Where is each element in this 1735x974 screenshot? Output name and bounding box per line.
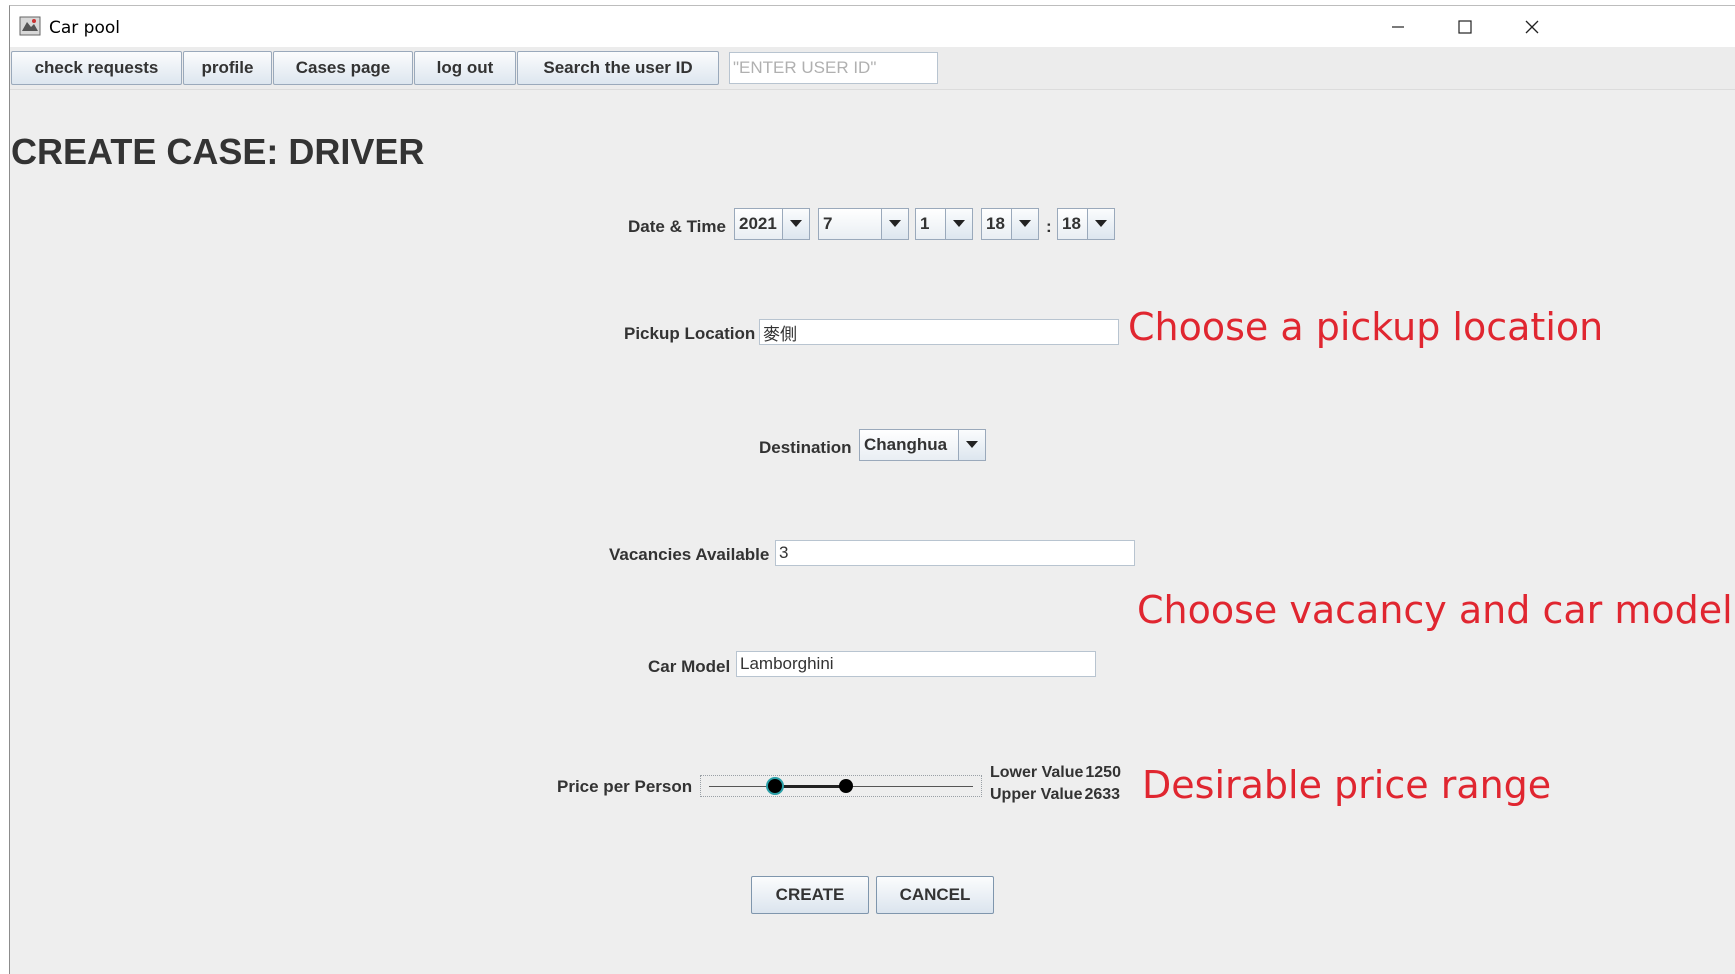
chevron-down-icon <box>945 209 972 239</box>
chevron-down-icon <box>1011 209 1038 239</box>
log-out-button[interactable]: log out <box>414 51 516 85</box>
lower-value-readout: Lower Value 1250 <box>990 764 1121 782</box>
profile-button[interactable]: profile <box>183 51 272 85</box>
window-title: Car pool <box>49 18 120 38</box>
time-separator: : <box>1046 217 1052 236</box>
destination-value: Changhua <box>860 430 958 460</box>
price-range-slider[interactable] <box>700 775 982 797</box>
hour-select[interactable]: 18 <box>981 208 1039 240</box>
cases-page-button[interactable]: Cases page <box>273 51 413 85</box>
lower-value-label: Lower Value <box>990 764 1084 781</box>
vacancies-label: Vacancies Available <box>609 545 770 564</box>
month-value: 7 <box>819 209 881 239</box>
upper-value-label: Upper Value <box>990 786 1083 803</box>
upper-value-number: 2633 <box>1084 786 1121 803</box>
price-annotation: Desirable price range <box>1142 763 1552 807</box>
destination-label: Destination <box>759 438 852 457</box>
pickup-location-input[interactable] <box>759 319 1119 345</box>
create-button[interactable]: CREATE <box>751 876 869 914</box>
pickup-location-label: Pickup Location <box>624 324 756 343</box>
toolbar: check requests profile Cases page log ou… <box>10 47 1735 90</box>
upper-value-readout: Upper Value 2633 <box>990 786 1120 804</box>
cancel-button[interactable]: CANCEL <box>876 876 994 914</box>
price-per-person-label: Price per Person <box>557 777 693 796</box>
search-user-id-button[interactable]: Search the user ID <box>517 51 719 85</box>
day-value: 1 <box>916 209 945 239</box>
app-window: Car pool check requests profile Cases pa… <box>9 5 1735 974</box>
user-id-search-input[interactable] <box>729 52 938 84</box>
minute-value: 18 <box>1058 209 1087 239</box>
page-title: CREATE CASE: DRIVER <box>11 131 425 172</box>
vacancies-input[interactable] <box>775 540 1135 566</box>
month-select[interactable]: 7 <box>818 208 909 240</box>
day-select[interactable]: 1 <box>915 208 973 240</box>
date-time-label: Date & Time <box>628 217 726 236</box>
destination-select[interactable]: Changhua <box>859 429 986 461</box>
slider-selected-range <box>775 785 847 788</box>
check-requests-button[interactable]: check requests <box>11 51 182 85</box>
pickup-annotation: Choose a pickup location <box>1128 305 1604 349</box>
car-app-icon <box>19 16 41 36</box>
title-bar: Car pool <box>10 6 1735 47</box>
car-model-input[interactable] <box>736 651 1096 677</box>
maximize-icon[interactable] <box>1435 10 1495 44</box>
chevron-down-icon <box>881 209 908 239</box>
minimize-icon[interactable] <box>1368 10 1428 44</box>
upper-value-thumb[interactable] <box>839 779 854 793</box>
car-model-label: Car Model <box>648 657 731 676</box>
minute-select[interactable]: 18 <box>1057 208 1115 240</box>
year-value: 2021 <box>735 209 782 239</box>
hour-value: 18 <box>982 209 1011 239</box>
close-icon[interactable] <box>1502 10 1562 44</box>
chevron-down-icon <box>958 430 985 460</box>
year-select[interactable]: 2021 <box>734 208 810 240</box>
lower-value-number: 1250 <box>1085 764 1121 781</box>
chevron-down-icon <box>1087 209 1114 239</box>
chevron-down-icon <box>782 209 809 239</box>
lower-value-thumb[interactable] <box>768 779 782 793</box>
vacancy-car-annotation: Choose vacancy and car model <box>1137 588 1733 632</box>
